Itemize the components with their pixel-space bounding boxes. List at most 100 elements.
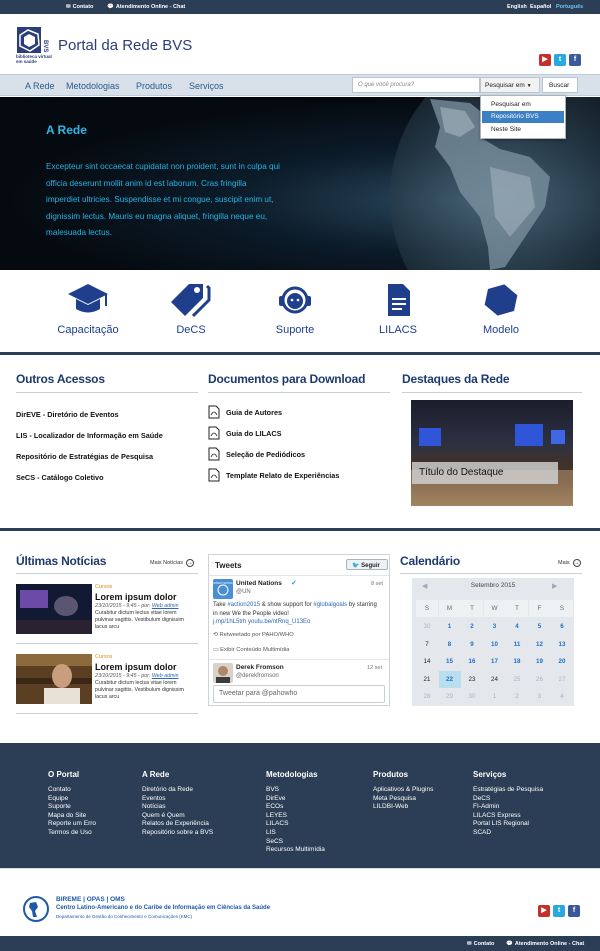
lang-portugues[interactable]: Português <box>556 4 583 10</box>
footer-link[interactable]: SCAD <box>473 829 491 836</box>
tweet-author-name[interactable]: United Nations <box>236 580 282 587</box>
calendar-day[interactable]: 22 <box>438 670 461 688</box>
next-month-icon[interactable]: ▶ <box>552 582 557 590</box>
footer-link[interactable]: LILACS <box>266 820 288 827</box>
tweet-media-toggle[interactable]: ▭ Exibir Conteúdo Multimídia <box>213 647 289 653</box>
un-avatar[interactable]: UNITED NATIONS <box>213 579 233 599</box>
news-title[interactable]: Lorem ipsum dolor <box>95 592 177 602</box>
calendar-day[interactable]: 4 <box>506 618 528 635</box>
chat-link-bottom[interactable]: 💬 Atendimento Online - Chat <box>506 941 584 947</box>
footer-link[interactable]: Reporte um Erro <box>48 820 96 827</box>
scope-option-pesquisar[interactable]: Pesquisar em <box>482 99 564 111</box>
calendar-day[interactable]: 9 <box>461 636 483 653</box>
outros-link-repositorio[interactable]: Repositório de Estratégias de Pesquisa <box>16 452 153 461</box>
footer-link[interactable]: ECOs <box>266 803 283 810</box>
tweet-time[interactable]: 8 set <box>371 581 383 587</box>
scope-option-neste-site[interactable]: Neste Site <box>482 124 564 136</box>
twitter-icon[interactable]: t <box>554 54 566 66</box>
tweet-author-name[interactable]: Derek Fromson <box>236 664 284 671</box>
bireme-globe-logo[interactable] <box>22 895 50 923</box>
tweet-author-handle[interactable]: @UN <box>236 589 251 595</box>
news-thumbnail[interactable] <box>16 654 92 704</box>
news-thumbnail[interactable] <box>16 584 92 634</box>
calendar-day[interactable]: 11 <box>506 636 528 653</box>
search-button[interactable]: Buscar <box>542 77 578 93</box>
doc-selecao-periodicos[interactable]: Seleção de Pediódicos <box>208 447 305 461</box>
footer-link[interactable]: Eventos <box>142 795 166 802</box>
search-scope-dropdown[interactable]: Pesquisar em ▼ <box>480 77 540 93</box>
calendar-day[interactable]: 2 <box>461 618 483 635</box>
news-author[interactable]: Web admin <box>152 603 179 609</box>
feature-lilacs[interactable]: LILACS <box>353 282 443 336</box>
footer-link[interactable]: LEYES <box>266 812 287 819</box>
calendar-day[interactable]: 15 <box>439 653 461 670</box>
tweet-author-handle[interactable]: @derekfromson <box>236 673 279 679</box>
facebook-icon[interactable]: f <box>569 54 581 66</box>
nav-item-produtos[interactable]: Produtos <box>136 81 172 91</box>
follow-button[interactable]: 🐦 Seguir <box>346 559 388 570</box>
footer-link[interactable]: LILDBI-Web <box>373 803 408 810</box>
youtube-icon[interactable]: ▶ <box>539 54 551 66</box>
footer-link[interactable]: BVS <box>266 786 279 793</box>
footer-link[interactable]: Relatos de Experiência <box>142 820 209 827</box>
nav-item-a-rede[interactable]: A Rede <box>25 81 55 91</box>
footer-link[interactable]: DirEve <box>266 795 286 802</box>
calendar-day[interactable]: 1 <box>439 618 461 635</box>
search-input[interactable]: O que você procura? <box>352 77 480 93</box>
calendar-day[interactable]: 6 <box>551 618 573 635</box>
feature-modelo[interactable]: Modelo <box>456 282 546 336</box>
mais-calendario-link[interactable]: Mais → <box>558 559 581 567</box>
mais-noticias-link[interactable]: Mais Notícias → <box>150 559 195 567</box>
doc-guia-lilacs[interactable]: Guia do LILACS <box>208 426 282 440</box>
footer-link[interactable]: FI-Admin <box>473 803 499 810</box>
tweet-time[interactable]: 12 set <box>367 665 382 671</box>
facebook-icon[interactable]: f <box>568 905 580 917</box>
chat-link[interactable]: 💬 Atendimento Online - Chat <box>107 4 185 10</box>
footer-link[interactable]: Equipe <box>48 795 68 802</box>
footer-link[interactable]: Portal LIS Regional <box>473 820 529 827</box>
footer-link[interactable]: Aplicativos & Plugins <box>373 786 433 793</box>
user-avatar[interactable] <box>213 663 233 683</box>
calendar-day[interactable]: 8 <box>439 636 461 653</box>
contact-link-bottom[interactable]: ✉ Contato <box>467 941 494 947</box>
outros-link-direve[interactable]: DirEVE - Diretório de Eventos <box>16 410 119 419</box>
calendar-day[interactable]: 12 <box>529 636 551 653</box>
destaque-image[interactable] <box>411 400 573 506</box>
footer-link[interactable]: Mapa do Site <box>48 812 86 819</box>
feature-capacitacao[interactable]: Capacitação <box>43 282 133 336</box>
calendar-day[interactable]: 10 <box>484 636 506 653</box>
footer-link[interactable]: DeCS <box>473 795 490 802</box>
footer-link[interactable]: LILACS Express <box>473 812 521 819</box>
outros-link-lis[interactable]: LIS - Localizador de Informação em Saúde <box>16 431 163 440</box>
calendar-day[interactable]: 3 <box>484 618 506 635</box>
doc-guia-autores[interactable]: Guia de Autores <box>208 405 282 419</box>
scope-option-repositorio[interactable]: Repositório BVS <box>482 111 564 123</box>
news-author[interactable]: Web admin <box>152 673 179 679</box>
calendar-day[interactable]: 19 <box>529 653 551 670</box>
footer-link[interactable]: Notícias <box>142 803 165 810</box>
calendar-day[interactable]: 20 <box>551 653 573 670</box>
footer-link[interactable]: SeCS <box>266 838 283 845</box>
nav-item-metodologias[interactable]: Metodologias <box>66 81 120 91</box>
calendar-day[interactable]: 18 <box>506 653 528 670</box>
calendar-day[interactable]: 13 <box>551 636 573 653</box>
feature-suporte[interactable]: Suporte <box>250 282 340 336</box>
footer-link[interactable]: Recursos Multimídia <box>266 846 325 853</box>
twitter-icon[interactable]: t <box>553 905 565 917</box>
calendar-day[interactable]: 5 <box>529 618 551 635</box>
footer-link[interactable]: Diretório da Rede <box>142 786 193 793</box>
lang-espanol[interactable]: Español <box>530 4 551 10</box>
contact-link[interactable]: ✉ Contato <box>66 4 93 10</box>
feature-decs[interactable]: DeCS <box>146 282 236 336</box>
calendar-day[interactable]: 16 <box>461 653 483 670</box>
footer-link[interactable]: Suporte <box>48 803 71 810</box>
footer-link[interactable]: LIS <box>266 829 276 836</box>
doc-template-relato[interactable]: Template Relato de Experiências <box>208 468 339 482</box>
footer-link[interactable]: Meta Pesquisa <box>373 795 416 802</box>
footer-link[interactable]: Termos de Uso <box>48 829 92 836</box>
footer-link[interactable]: Estratégias de Pesquisa <box>473 786 543 793</box>
tweet-input[interactable]: Tweetar para @pahowho <box>213 685 385 703</box>
footer-link[interactable]: Quem é Quem <box>142 812 185 819</box>
footer-link[interactable]: Contato <box>48 786 71 793</box>
outros-link-secs[interactable]: SeCS - Catálogo Coletivo <box>16 473 104 482</box>
